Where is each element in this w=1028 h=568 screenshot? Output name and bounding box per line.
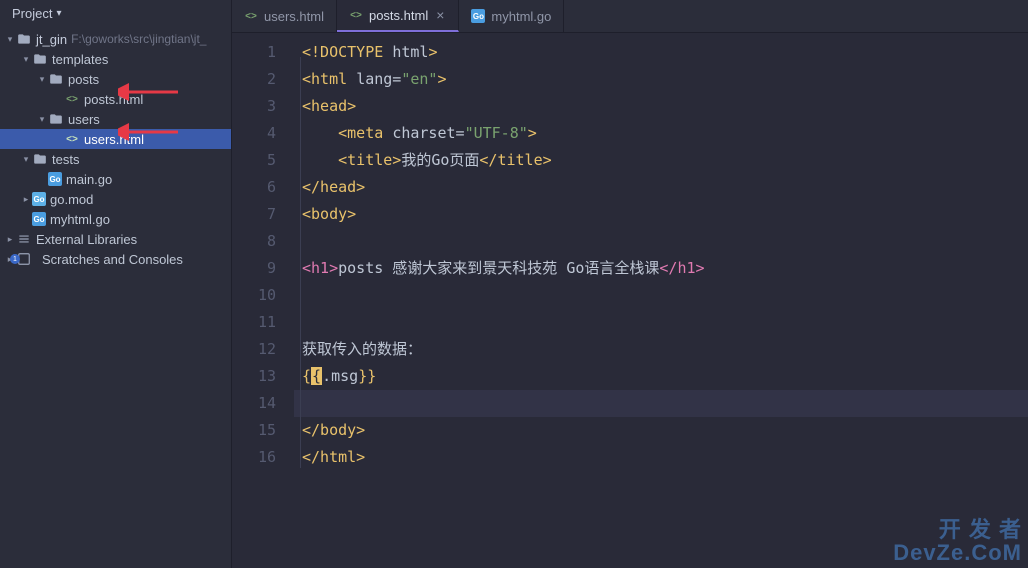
- code-line: <html lang="en">: [294, 66, 1028, 93]
- html-file-icon: <>: [244, 9, 258, 23]
- gutter: 1234 5678 9101112 13141516: [232, 33, 294, 568]
- go-file-icon: Go: [32, 212, 46, 226]
- code-line: <body>: [294, 201, 1028, 228]
- project-panel-header[interactable]: Project ▾: [0, 0, 231, 29]
- code-line: [294, 309, 1028, 336]
- tree-label: main.go: [66, 172, 112, 187]
- project-path: F:\goworks\src\jingtian\jt_: [71, 32, 206, 46]
- folder-icon: [32, 51, 48, 67]
- tree-label: go.mod: [50, 192, 93, 207]
- project-panel-title: Project: [12, 6, 52, 21]
- close-icon[interactable]: ×: [434, 7, 446, 23]
- chevron-right-icon: ▸: [4, 234, 16, 245]
- folder-icon: [48, 71, 64, 87]
- html-file-icon: <>: [64, 91, 80, 107]
- tree-project-root[interactable]: ▾ jt_gin F:\goworks\src\jingtian\jt_: [0, 29, 231, 49]
- code-line: </html>: [294, 444, 1028, 471]
- tab-label: posts.html: [369, 8, 428, 23]
- tree-label: users: [68, 112, 100, 127]
- tree-label: templates: [52, 52, 108, 67]
- tab-label: users.html: [264, 9, 324, 24]
- folder-icon: [16, 31, 32, 47]
- tree-external-libraries[interactable]: ▸ External Libraries: [0, 229, 231, 249]
- code-line: </head>: [294, 174, 1028, 201]
- code-line: 获取传入的数据：: [294, 336, 1028, 363]
- watermark: 开 发 者 DevZe.CoM: [893, 518, 1022, 564]
- chevron-down-icon: ▾: [20, 154, 32, 165]
- chevron-down-icon: ▾: [56, 8, 61, 19]
- tree-file-myhtml-go[interactable]: Go myhtml.go: [0, 209, 231, 229]
- tree-label: posts.html: [84, 92, 143, 107]
- badge-icon: 1: [10, 254, 20, 264]
- tree-file-users-html[interactable]: <> users.html: [0, 129, 231, 149]
- chevron-down-icon: ▾: [20, 54, 32, 65]
- code-line: <!DOCTYPE html>: [294, 39, 1028, 66]
- code-line: {{.msg}}: [294, 363, 1028, 390]
- tree-file-posts-html[interactable]: <> posts.html: [0, 89, 231, 109]
- code-line: <head>: [294, 93, 1028, 120]
- code-line: </body>: [294, 417, 1028, 444]
- tab-myhtml-go[interactable]: Go myhtml.go: [459, 0, 564, 32]
- folder-icon: [32, 151, 48, 167]
- folder-icon: [48, 111, 64, 127]
- tree-label: Scratches and Consoles: [42, 252, 183, 267]
- tree-file-main-go[interactable]: Go main.go: [0, 169, 231, 189]
- code-line: [294, 390, 1028, 417]
- tree-folder-users[interactable]: ▾ users: [0, 109, 231, 129]
- project-name: jt_gin: [36, 32, 67, 47]
- html-file-icon: <>: [349, 8, 363, 22]
- tree-folder-templates[interactable]: ▾ templates: [0, 49, 231, 69]
- code-line: <meta charset="UTF-8">: [294, 120, 1028, 147]
- libraries-icon: [16, 231, 32, 247]
- editor-area: <> users.html <> posts.html × Go myhtml.…: [232, 0, 1028, 568]
- chevron-down-icon: ▾: [4, 34, 16, 45]
- code-line: <title>我的Go页面</title>: [294, 147, 1028, 174]
- tree-label: tests: [52, 152, 79, 167]
- project-sidebar: Project ▾ ▾ jt_gin F:\goworks\src\jingti…: [0, 0, 232, 568]
- go-file-icon: Go: [48, 172, 62, 186]
- go-file-icon: Go: [471, 9, 485, 23]
- code-editor[interactable]: 1234 5678 9101112 13141516 <!DOCTYPE htm…: [232, 33, 1028, 568]
- tab-posts-html[interactable]: <> posts.html ×: [337, 0, 459, 32]
- tree-file-go-mod[interactable]: ▸ Go go.mod: [0, 189, 231, 209]
- tree-scratches[interactable]: ▸ 1 Scratches and Consoles: [0, 249, 231, 269]
- code-line: [294, 282, 1028, 309]
- code-line: <h1>posts 感谢大家来到景天科技苑 Go语言全栈课</h1>: [294, 255, 1028, 282]
- editor-tabbar: <> users.html <> posts.html × Go myhtml.…: [232, 0, 1028, 33]
- code-content[interactable]: <!DOCTYPE html> <html lang="en"> <head> …: [294, 33, 1028, 568]
- tree-label: users.html: [84, 132, 144, 147]
- tree-label: External Libraries: [36, 232, 137, 247]
- chevron-down-icon: ▾: [36, 74, 48, 85]
- tree-label: myhtml.go: [50, 212, 110, 227]
- project-tree: ▾ jt_gin F:\goworks\src\jingtian\jt_ ▾ t…: [0, 29, 231, 568]
- tab-label: myhtml.go: [491, 9, 551, 24]
- go-mod-icon: Go: [32, 192, 46, 206]
- code-line: [294, 228, 1028, 255]
- chevron-down-icon: ▾: [36, 114, 48, 125]
- tab-users-html[interactable]: <> users.html: [232, 0, 337, 32]
- tree-folder-tests[interactable]: ▾ tests: [0, 149, 231, 169]
- tree-label: posts: [68, 72, 99, 87]
- tree-folder-posts[interactable]: ▾ posts: [0, 69, 231, 89]
- chevron-right-icon: ▸: [20, 194, 32, 205]
- html-file-icon: <>: [64, 131, 80, 147]
